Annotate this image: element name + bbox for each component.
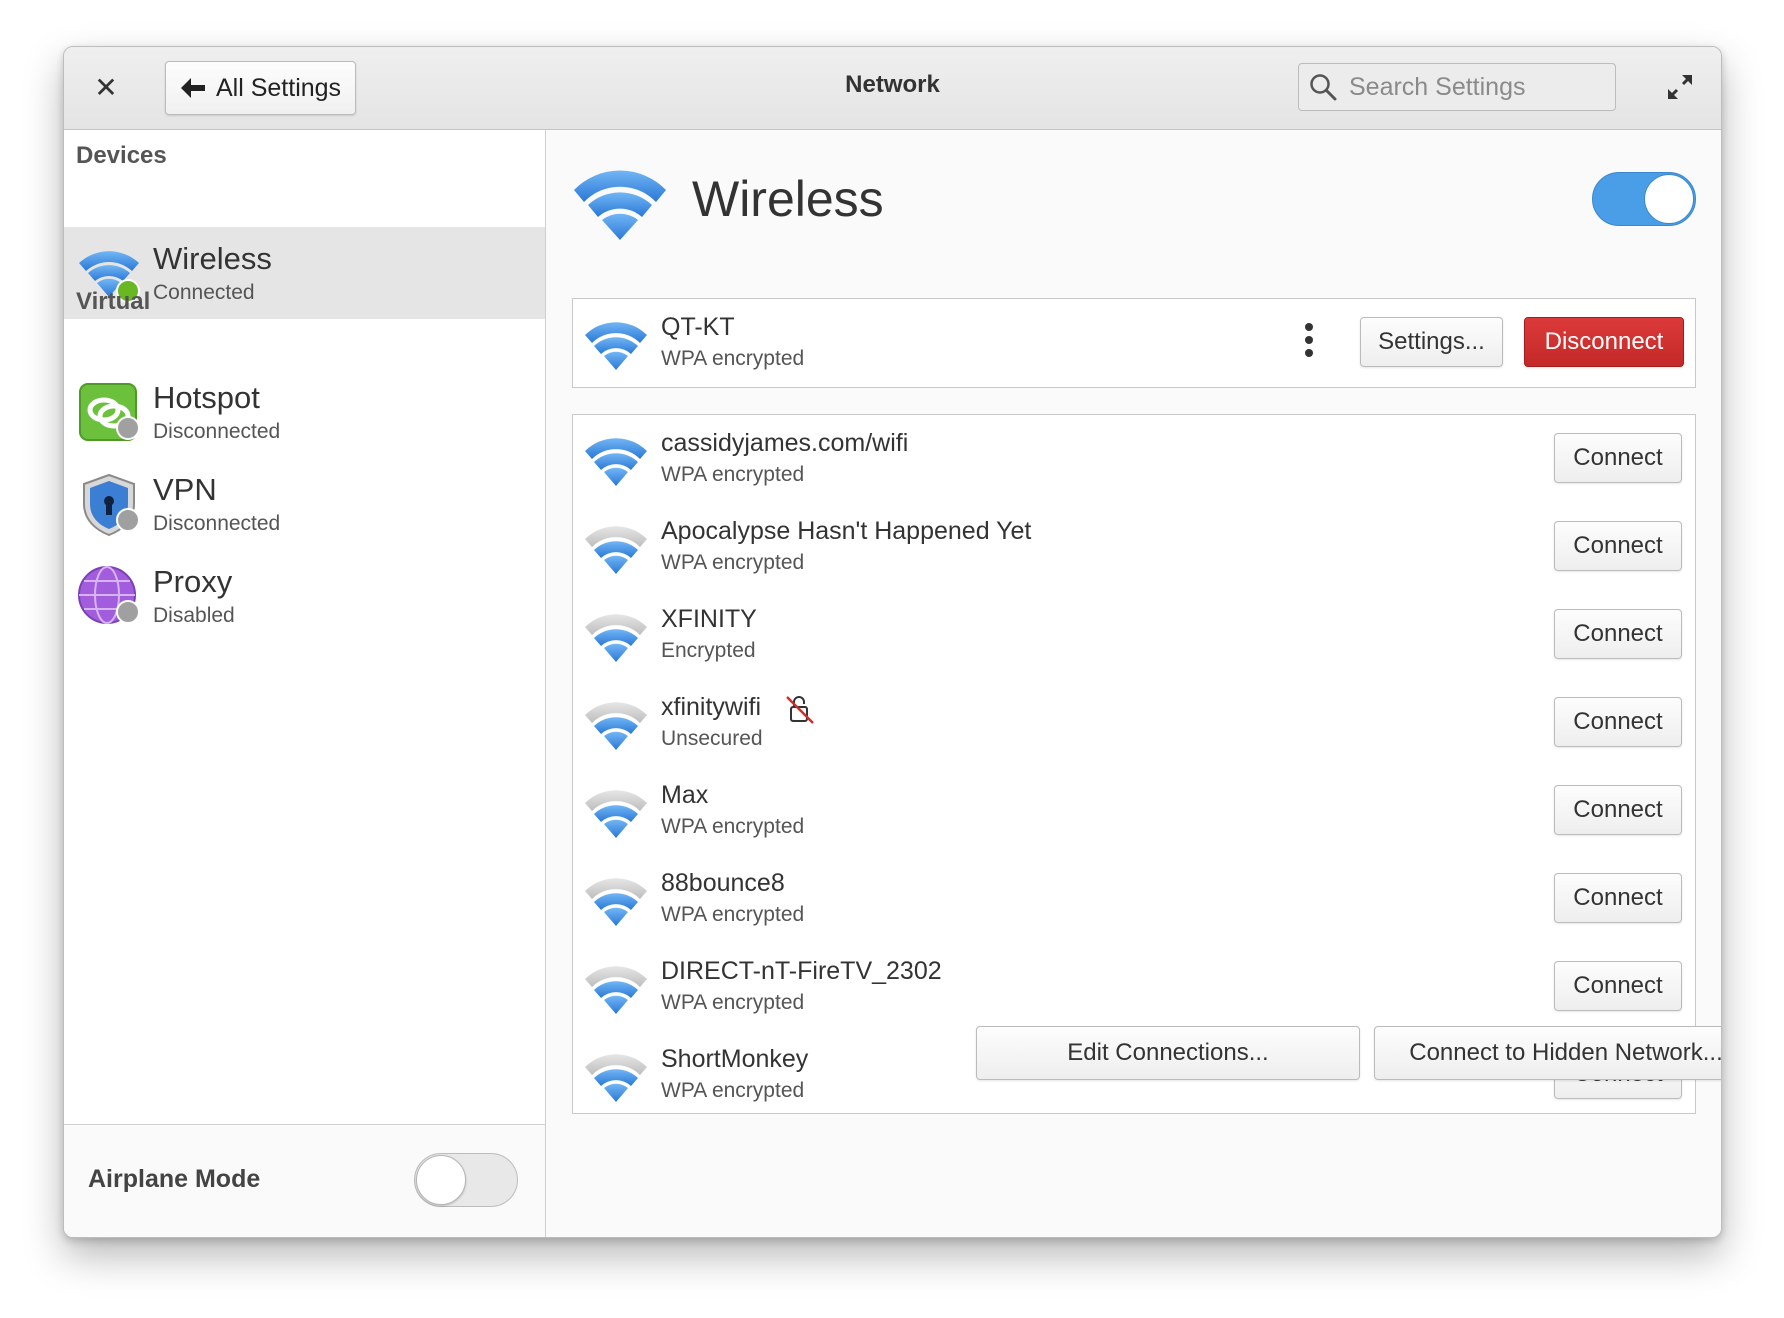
edit-connections-button[interactable]: Edit Connections... (976, 1026, 1360, 1080)
disconnect-button[interactable]: Disconnect (1524, 317, 1684, 367)
network-name: Max (661, 781, 709, 809)
network-security: WPA encrypted (661, 991, 805, 1014)
network-security: WPA encrypted (661, 463, 805, 486)
connect-button[interactable]: Connect (1554, 521, 1682, 571)
wifi-signal-good-icon (585, 790, 647, 838)
wifi-signal-good-icon (585, 1054, 647, 1102)
connect-button[interactable]: Connect (1554, 433, 1682, 483)
sidebar: Devices Wireless Connected Virtual Hotsp… (64, 130, 546, 1237)
unlocked-icon (786, 696, 814, 724)
sidebar-item-proxy[interactable]: Proxy Disabled (64, 556, 545, 648)
wireless-switch[interactable] (1592, 172, 1696, 226)
status-dot-disabled (116, 600, 140, 624)
network-name: 88bounce8 (661, 869, 785, 897)
network-name: cassidyjames.com/wifi (661, 429, 909, 457)
connect-button[interactable]: Connect (1554, 785, 1682, 835)
settings-window: ✕ All Settings Network Devices (63, 46, 1722, 1238)
network-security: WPA encrypted (661, 903, 805, 926)
switch-knob (416, 1155, 466, 1205)
wifi-signal-good-icon (585, 966, 647, 1014)
wifi-signal-good-icon (585, 702, 647, 750)
network-security: WPA encrypted (661, 815, 805, 838)
sidebar-item-status: Disconnected (153, 420, 281, 443)
wireless-large-icon (574, 170, 666, 240)
network-name: QT-KT (661, 313, 735, 341)
page-title: Wireless (692, 171, 884, 227)
network-security: Unsecured (661, 727, 763, 750)
maximize-icon[interactable] (1664, 71, 1696, 103)
connect-button[interactable]: Connect (1554, 873, 1682, 923)
connected-network-panel: QT-KT WPA encrypted Settings... Disconne… (572, 298, 1696, 388)
list-item[interactable]: Apocalypse Hasn't Happened Yet WPA encry… (573, 503, 1695, 591)
connect-button[interactable]: Connect (1554, 961, 1682, 1011)
sidebar-item-status: Disconnected (153, 512, 281, 535)
network-security: Encrypted (661, 639, 756, 662)
header-bar: ✕ All Settings Network (64, 47, 1721, 130)
list-item[interactable]: DIRECT-nT-FireTV_2302 WPA encrypted Conn… (573, 943, 1695, 1031)
status-dot-disconnected (116, 416, 140, 440)
airplane-mode-label: Airplane Mode (88, 1165, 261, 1193)
airplane-mode-switch[interactable] (414, 1153, 518, 1207)
switch-knob (1644, 174, 1694, 224)
main-content: Wireless QT-KT WPA encrypted Settings...… (546, 130, 1721, 1237)
wifi-signal-good-icon (585, 526, 647, 574)
list-item[interactable]: cassidyjames.com/wifi WPA encrypted Conn… (573, 415, 1695, 503)
more-options-icon[interactable] (1304, 323, 1314, 363)
list-item[interactable]: Max WPA encrypted Connect (573, 767, 1695, 855)
sidebar-item-hotspot[interactable]: Hotspot Disconnected (64, 372, 545, 464)
sidebar-item-status: Disabled (153, 604, 235, 627)
connect-hidden-network-button[interactable]: Connect to Hidden Network... (1374, 1026, 1721, 1080)
network-name: DIRECT-nT-FireTV_2302 (661, 957, 942, 985)
sidebar-item-label: Hotspot (153, 380, 260, 415)
virtual-header: Virtual (76, 288, 151, 315)
network-security: WPA encrypted (661, 1079, 805, 1102)
sidebar-item-label: VPN (153, 472, 217, 507)
network-name: ShortMonkey (661, 1045, 809, 1073)
sidebar-item-label: Proxy (153, 564, 233, 599)
wifi-signal-full-icon (585, 438, 647, 486)
sidebar-item-label: Wireless (153, 241, 272, 276)
list-item[interactable]: 88bounce8 WPA encrypted Connect (573, 855, 1695, 943)
list-item[interactable]: xfinitywifi Unsecured Connect (573, 679, 1695, 767)
connect-button[interactable]: Connect (1554, 697, 1682, 747)
status-dot-disconnected (116, 508, 140, 532)
wifi-signal-full-icon (585, 322, 647, 370)
sidebar-item-status: Connected (153, 281, 255, 304)
network-security: WPA encrypted (661, 551, 805, 574)
network-name: XFINITY (661, 605, 757, 633)
wifi-signal-good-icon (585, 614, 647, 662)
network-name: xfinitywifi (661, 693, 762, 721)
search-input[interactable] (1347, 71, 1611, 103)
connected-network-row: QT-KT WPA encrypted Settings... Disconne… (573, 299, 1695, 387)
airplane-mode-row: Airplane Mode (64, 1124, 545, 1237)
network-settings-button[interactable]: Settings... (1360, 317, 1503, 367)
connect-button[interactable]: Connect (1554, 609, 1682, 659)
list-item[interactable]: XFINITY Encrypted Connect (573, 591, 1695, 679)
wifi-signal-good-icon (585, 878, 647, 926)
search-icon (1310, 74, 1337, 101)
sidebar-item-vpn[interactable]: VPN Disconnected (64, 464, 545, 556)
available-networks-list: cassidyjames.com/wifi WPA encrypted Conn… (572, 414, 1696, 1114)
network-name: Apocalypse Hasn't Happened Yet (661, 517, 1032, 545)
devices-header: Devices (76, 142, 167, 169)
search-field[interactable] (1298, 63, 1616, 111)
network-security: WPA encrypted (661, 347, 805, 370)
